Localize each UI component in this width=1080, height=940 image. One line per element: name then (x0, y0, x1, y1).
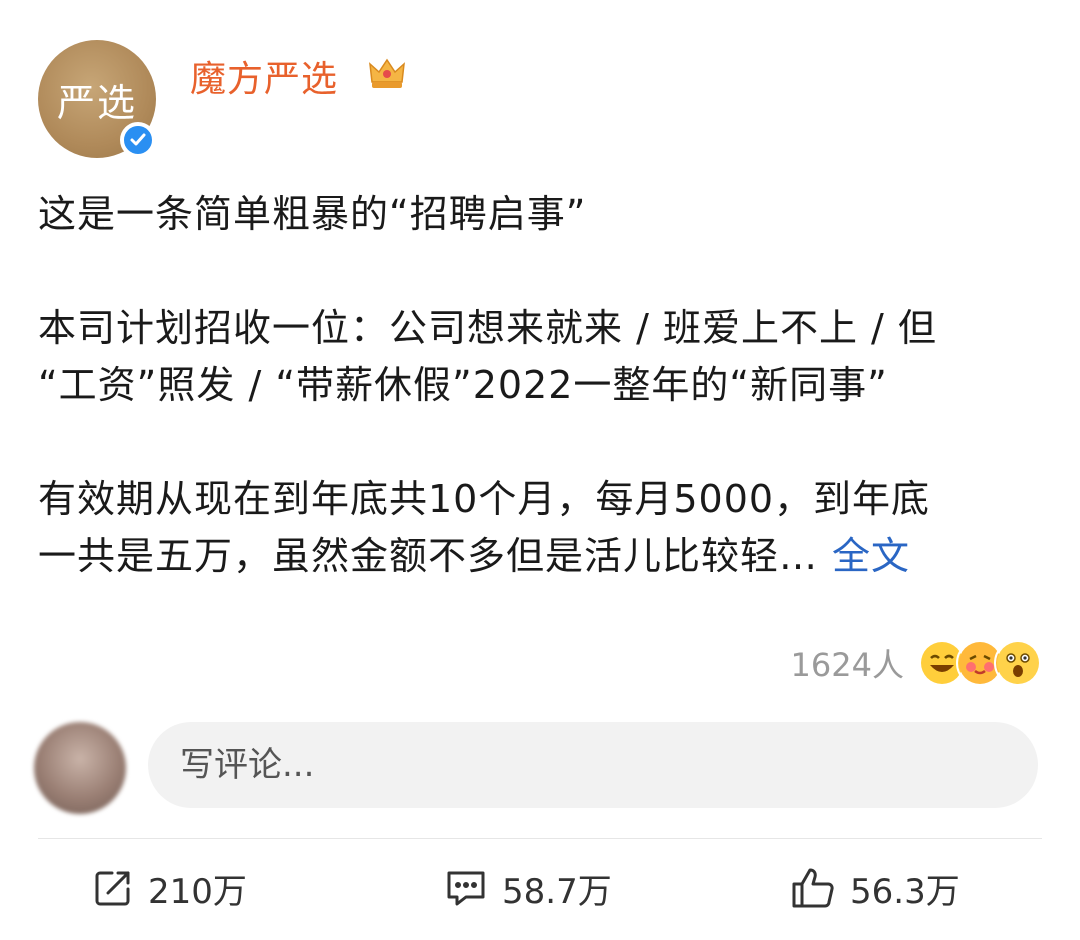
action-bar: 210万 58.7万 56.3万 (0, 858, 1080, 918)
reaction-count: 1624人 (790, 646, 904, 684)
share-count: 210万 (148, 871, 247, 912)
like-button[interactable]: 56.3万 (790, 858, 960, 918)
account-name[interactable]: 魔方严选 (190, 50, 338, 102)
divider (38, 838, 1042, 839)
verified-icon (120, 122, 156, 158)
like-count: 56.3万 (850, 871, 960, 912)
reactions-bar[interactable]: 1624人 (791, 636, 1042, 690)
comment-row (30, 712, 1050, 822)
comment-input[interactable] (148, 722, 1038, 808)
share-icon (95, 871, 130, 906)
post-content: 这是一条简单粗暴的“招聘启事” 本司计划招收一位：公司想来就来 / 班爱上不上 … (38, 186, 1048, 585)
comment-button[interactable]: 58.7万 (444, 858, 612, 918)
post-line: 有效期从现在到年底共10个月，每月5000，到年底 (38, 477, 931, 521)
comment-count: 58.7万 (502, 871, 612, 912)
post-line: “工资”照发 / “带薪休假”2022一整年的“新同事” (38, 363, 888, 407)
post-line-text: 一共是五万，虽然金额不多但是活儿比较轻… (38, 534, 819, 578)
post-line: 本司计划招收一位：公司想来就来 / 班爱上不上 / 但 (38, 306, 937, 350)
thumbs-up-icon (792, 868, 834, 908)
expand-full-text-link[interactable]: 全文 (832, 534, 910, 578)
shocked-emoji-icon (994, 639, 1042, 687)
share-button[interactable]: 210万 (92, 858, 247, 918)
my-avatar[interactable] (34, 722, 126, 814)
post-line-last: 一共是五万，虽然金额不多但是活儿比较轻… 全文 (38, 528, 1048, 585)
crown-icon (366, 52, 408, 98)
post-header: 严选 魔方严选 (38, 38, 1038, 168)
avatar-text: 严选 (56, 80, 137, 125)
comment-icon (447, 871, 485, 906)
post-line: 这是一条简单粗暴的“招聘启事” (38, 192, 587, 236)
